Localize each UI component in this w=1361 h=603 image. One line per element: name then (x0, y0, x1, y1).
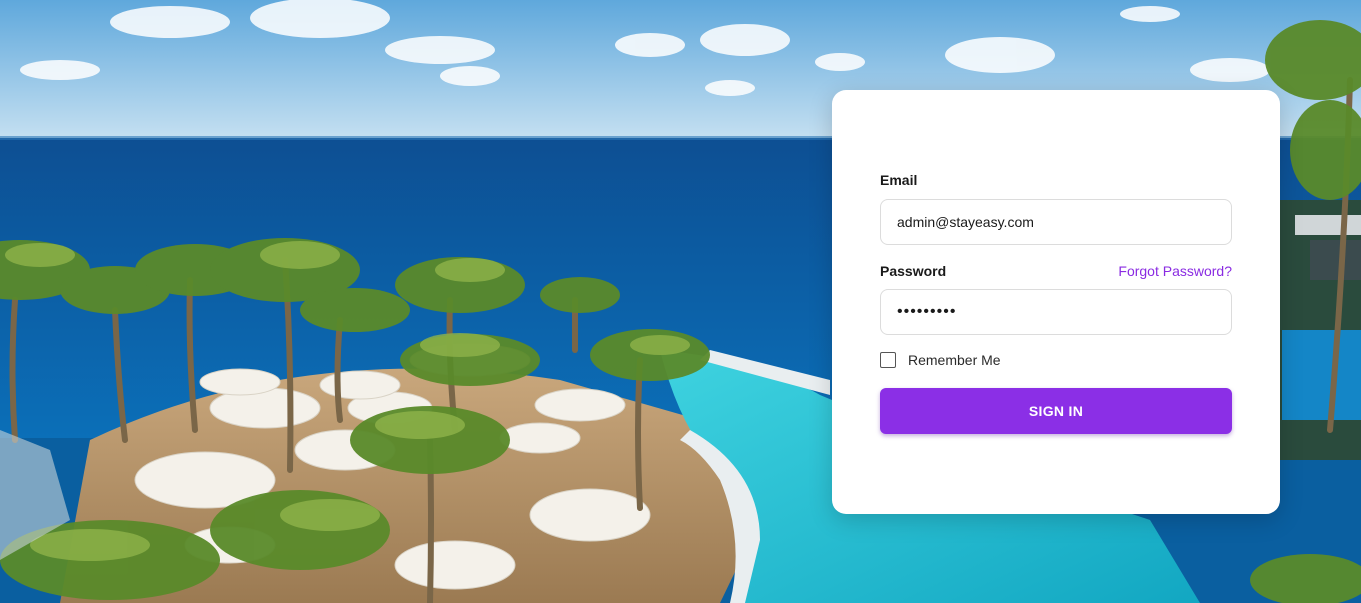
remember-me-option[interactable]: Remember Me (880, 352, 1001, 368)
email-field[interactable] (880, 199, 1232, 245)
login-page: Email Password Forgot Password? Remember… (0, 0, 1361, 603)
sign-in-button[interactable]: SIGN IN (880, 388, 1232, 434)
password-label: Password (880, 263, 947, 279)
forgot-password-link[interactable]: Forgot Password? (1118, 263, 1232, 279)
email-label: Email (880, 172, 918, 188)
password-field[interactable] (880, 289, 1232, 335)
remember-me-checkbox[interactable] (880, 352, 896, 368)
remember-me-label: Remember Me (908, 352, 1001, 368)
login-card: Email Password Forgot Password? Remember… (832, 90, 1280, 514)
